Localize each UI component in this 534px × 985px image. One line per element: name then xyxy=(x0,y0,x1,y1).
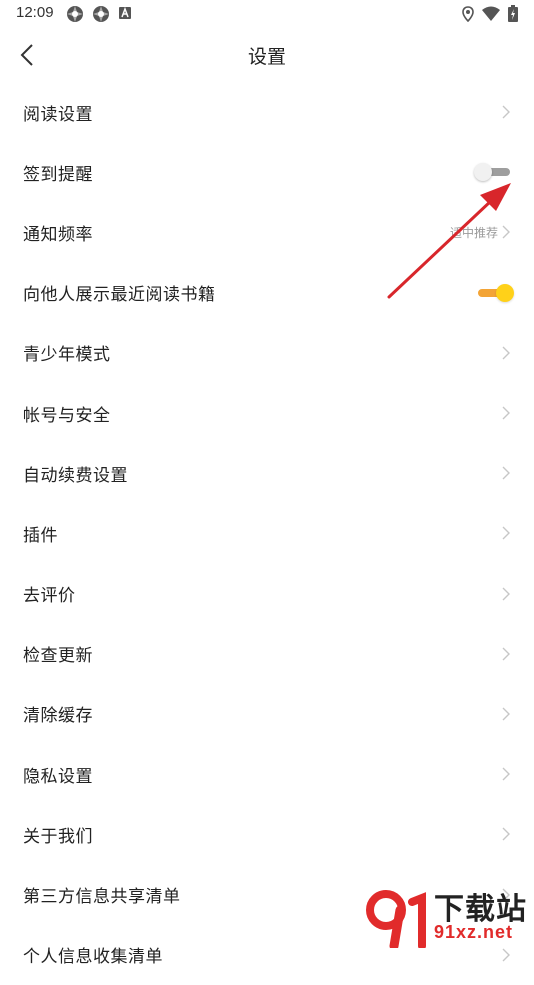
chevron-right-icon xyxy=(502,225,510,239)
settings-item-label: 自动续费设置 xyxy=(23,465,128,486)
settings-item-account-security[interactable]: 帐号与安全 xyxy=(0,383,534,443)
settings-item-check-update[interactable]: 检查更新 xyxy=(0,624,534,684)
watermark-domain: 91xz.net xyxy=(434,922,514,942)
settings-item-privacy[interactable]: 隐私设置 xyxy=(0,744,534,804)
settings-item-reading[interactable]: 阅读设置 xyxy=(0,82,534,142)
show-recent-books-toggle[interactable] xyxy=(474,283,514,303)
settings-item-label: 个人信息收集清单 xyxy=(23,947,163,968)
settings-item-rate-app[interactable]: 去评价 xyxy=(0,564,534,624)
settings-list: 阅读设置 签到提醒 通知频率 适中推荐 向他人展示最近阅读书籍 青少年模式 帐号… xyxy=(0,82,534,985)
settings-item-label: 插件 xyxy=(23,525,58,546)
settings-item-auto-renewal[interactable]: 自动续费设置 xyxy=(0,443,534,503)
settings-item-label: 检查更新 xyxy=(23,646,93,667)
settings-item-label: 向他人展示最近阅读书籍 xyxy=(23,285,216,306)
chevron-right-icon xyxy=(502,647,510,661)
chevron-right-icon xyxy=(502,406,510,420)
settings-item-label: 隐私设置 xyxy=(23,766,93,787)
settings-item-youth-mode[interactable]: 青少年模式 xyxy=(0,323,534,383)
settings-item-label: 第三方信息共享清单 xyxy=(23,887,181,908)
chevron-right-icon xyxy=(502,587,510,601)
settings-item-notification-frequency[interactable]: 通知频率 适中推荐 xyxy=(0,202,534,262)
settings-item-label: 关于我们 xyxy=(23,826,93,847)
notification-icons xyxy=(66,5,132,23)
settings-item-label: 去评价 xyxy=(23,586,76,607)
a-notification-icon xyxy=(119,6,131,19)
settings-item-label: 签到提醒 xyxy=(23,164,93,185)
chevron-right-icon xyxy=(502,105,510,119)
notification-frequency-value: 适中推荐 xyxy=(449,225,498,240)
settings-item-label: 帐号与安全 xyxy=(23,405,111,426)
settings-item-plugins[interactable]: 插件 xyxy=(0,503,534,563)
chevron-right-icon xyxy=(502,526,510,540)
navigation-bar: 设置 xyxy=(0,28,534,82)
settings-item-checkin-reminder: 签到提醒 xyxy=(0,142,534,202)
chevron-right-icon xyxy=(502,466,510,480)
chevron-right-icon xyxy=(502,767,510,781)
wifi-icon xyxy=(482,6,500,21)
settings-item-label: 清除缓存 xyxy=(23,706,93,727)
settings-item-label: 通知频率 xyxy=(23,224,93,245)
chevron-right-icon xyxy=(502,707,510,721)
status-bar: 12:09 xyxy=(0,0,534,28)
app-notification-icon xyxy=(67,6,83,22)
checkin-reminder-toggle[interactable] xyxy=(474,162,514,182)
toggle-knob xyxy=(496,283,514,302)
battery-icon xyxy=(508,5,518,22)
chevron-right-icon xyxy=(502,827,510,841)
chevron-right-icon xyxy=(502,346,510,360)
app-notification-icon xyxy=(93,6,109,22)
settings-item-label: 阅读设置 xyxy=(23,104,93,125)
toggle-knob xyxy=(474,163,492,182)
watermark-logo-icon xyxy=(366,890,426,948)
system-icons xyxy=(462,5,518,22)
watermark: 下载站 91xz.net xyxy=(360,884,534,950)
status-time: 12:09 xyxy=(16,4,54,21)
settings-item-show-recent-books: 向他人展示最近阅读书籍 xyxy=(0,263,534,323)
settings-item-clear-cache[interactable]: 清除缓存 xyxy=(0,684,534,744)
location-icon xyxy=(462,5,474,22)
settings-item-label: 青少年模式 xyxy=(23,345,111,366)
settings-item-about-us[interactable]: 关于我们 xyxy=(0,804,534,864)
page-title: 设置 xyxy=(247,46,286,68)
